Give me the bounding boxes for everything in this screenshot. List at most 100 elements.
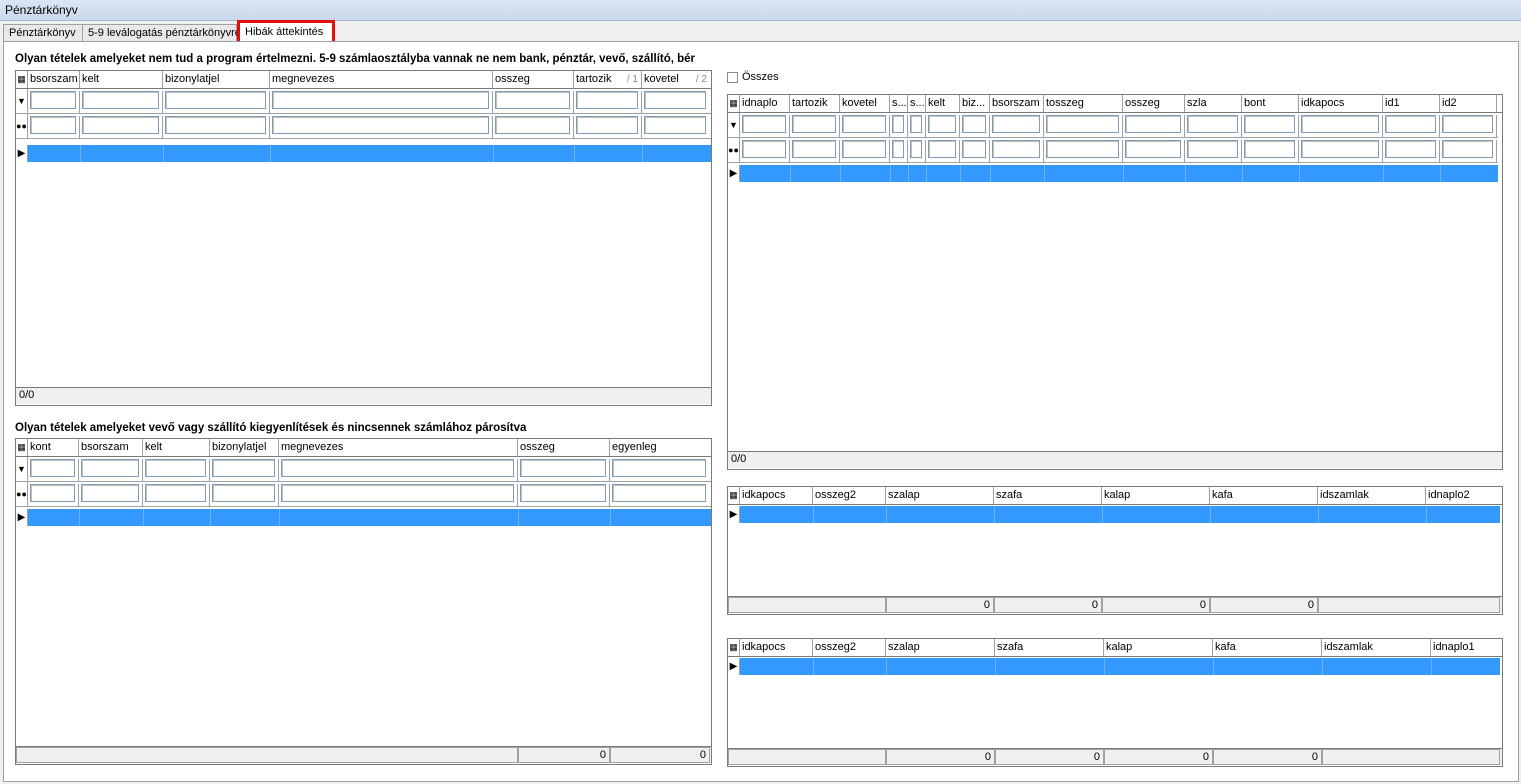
selected-row[interactable]: ▶ [16, 509, 711, 526]
search-bsorszam[interactable] [30, 116, 76, 134]
col-idszamlak[interactable]: idszamlak [1318, 487, 1426, 504]
col-id1[interactable]: id1 [1383, 95, 1440, 112]
search-kelt[interactable] [82, 116, 159, 134]
col-bont[interactable]: bont [1242, 95, 1299, 112]
col-tosszeg[interactable]: tosszeg [1044, 95, 1123, 112]
journal-grid[interactable]: ▦ idnaplo tartozik kovetel s... s... kel… [727, 94, 1503, 470]
col-szafa[interactable]: szafa [995, 639, 1104, 656]
column-chooser-icon[interactable]: ▦ [728, 639, 740, 656]
col-szla[interactable]: szla [1185, 95, 1242, 112]
filter-bsorszam[interactable] [992, 115, 1040, 133]
filter-kovetel[interactable] [842, 115, 886, 133]
link-grid-1[interactable]: ▦ idkapocs osszeg2 szalap szafa kalap ka… [727, 638, 1503, 767]
filter-kelt[interactable] [928, 115, 956, 133]
filter-biz[interactable] [962, 115, 986, 133]
filter-id2[interactable] [1442, 115, 1493, 133]
col-kovetel[interactable]: kovetel / 2 [642, 71, 710, 88]
filter-bont[interactable] [1244, 115, 1295, 133]
col-szalap[interactable]: szalap [886, 639, 995, 656]
filter-s1[interactable] [892, 115, 904, 133]
col-szalap[interactable]: szalap [886, 487, 994, 504]
col-tartozik[interactable]: tartozik [790, 95, 840, 112]
search-megnevezes[interactable] [281, 484, 514, 502]
filter-kelt[interactable] [82, 91, 159, 109]
filter-bsorszam[interactable] [30, 91, 76, 109]
search-tosszeg[interactable] [1046, 140, 1119, 158]
col-idkapocs[interactable]: idkapocs [740, 487, 813, 504]
col-megnevezes[interactable]: megnevezes [279, 439, 518, 456]
col-kelt[interactable]: kelt [80, 71, 163, 88]
tab-penztarkonyv[interactable]: Pénztárkönyv [3, 24, 85, 42]
col-kafa[interactable]: kafa [1210, 487, 1318, 504]
filter-megnevezes[interactable] [272, 91, 489, 109]
search-bizonylatjel[interactable] [165, 116, 266, 134]
search-osszeg[interactable] [1125, 140, 1181, 158]
col-kalap[interactable]: kalap [1102, 487, 1210, 504]
filter-s2[interactable] [910, 115, 922, 133]
col-bsorszam[interactable]: bsorszam [990, 95, 1044, 112]
col-kafa[interactable]: kafa [1213, 639, 1322, 656]
col-kelt[interactable]: kelt [926, 95, 960, 112]
filter-osszeg[interactable] [1125, 115, 1181, 133]
search-kont[interactable] [30, 484, 75, 502]
search-s1[interactable] [892, 140, 904, 158]
col-megnevezes[interactable]: megnevezes [270, 71, 493, 88]
filter-kont[interactable] [30, 459, 75, 477]
search-kelt[interactable] [928, 140, 956, 158]
filter-megnevezes[interactable] [281, 459, 514, 477]
col-osszeg[interactable]: osszeg [493, 71, 574, 88]
search-osszeg[interactable] [495, 116, 570, 134]
tab-hibak-attekintes[interactable]: Hibák áttekintés [237, 20, 335, 45]
search-id1[interactable] [1385, 140, 1436, 158]
col-idnaplo[interactable]: idnaplo [740, 95, 790, 112]
col-osszeg[interactable]: osszeg [1123, 95, 1185, 112]
column-chooser-icon[interactable]: ▦ [16, 439, 28, 456]
filter-bizonylatjel[interactable] [165, 91, 266, 109]
search-tartozik[interactable] [792, 140, 836, 158]
col-bsorszam[interactable]: bsorszam [28, 71, 80, 88]
col-bsorszam[interactable]: bsorszam [79, 439, 143, 456]
osszes-checkbox[interactable] [727, 72, 738, 83]
col-idkapocs[interactable]: idkapocs [740, 639, 813, 656]
search-osszeg[interactable] [520, 484, 606, 502]
search-biz[interactable] [962, 140, 986, 158]
tab-levalogatas[interactable]: 5-9 leválogatás pénztárkönyvre [82, 24, 241, 42]
col-osszeg2[interactable]: osszeg2 [813, 487, 886, 504]
search-kelt[interactable] [145, 484, 206, 502]
col-szafa[interactable]: szafa [994, 487, 1102, 504]
filter-kovetel[interactable] [644, 91, 706, 109]
col-kelt[interactable]: kelt [143, 439, 210, 456]
column-chooser-icon[interactable]: ▦ [728, 95, 740, 112]
column-chooser-icon[interactable]: ▦ [16, 71, 28, 88]
filter-kelt[interactable] [145, 459, 206, 477]
search-tartozik[interactable] [576, 116, 638, 134]
selected-row[interactable]: ▶ [728, 165, 1498, 182]
selected-row[interactable]: ▶ [728, 506, 1500, 523]
search-idkapocs[interactable] [1301, 140, 1379, 158]
link-grid-2[interactable]: ▦ idkapocs osszeg2 szalap szafa kalap ka… [727, 486, 1503, 615]
col-idnaplo1[interactable]: idnaplo1 [1431, 639, 1500, 656]
unparsed-items-grid[interactable]: ▦ bsorszam kelt bizonylatjel megnevezes … [15, 70, 712, 406]
search-s2[interactable] [910, 140, 922, 158]
filter-szla[interactable] [1187, 115, 1238, 133]
col-osszeg2[interactable]: osszeg2 [813, 639, 886, 656]
search-megnevezes[interactable] [272, 116, 489, 134]
unpaired-items-grid[interactable]: ▦ kont bsorszam kelt bizonylatjel megnev… [15, 438, 712, 765]
search-id2[interactable] [1442, 140, 1493, 158]
filter-idnaplo[interactable] [742, 115, 786, 133]
search-bsorszam[interactable] [992, 140, 1040, 158]
search-bsorszam[interactable] [81, 484, 139, 502]
search-kovetel[interactable] [644, 116, 706, 134]
filter-osszeg[interactable] [520, 459, 606, 477]
filter-tartozik[interactable] [576, 91, 638, 109]
col-biz[interactable]: biz... [960, 95, 990, 112]
column-chooser-icon[interactable]: ▦ [728, 487, 740, 504]
col-kont[interactable]: kont [28, 439, 79, 456]
filter-tosszeg[interactable] [1046, 115, 1119, 133]
filter-egyenleg[interactable] [612, 459, 706, 477]
filter-idkapocs[interactable] [1301, 115, 1379, 133]
filter-osszeg[interactable] [495, 91, 570, 109]
col-egyenleg[interactable]: egyenleg [610, 439, 710, 456]
search-idnaplo[interactable] [742, 140, 786, 158]
filter-bizonylatjel[interactable] [212, 459, 275, 477]
